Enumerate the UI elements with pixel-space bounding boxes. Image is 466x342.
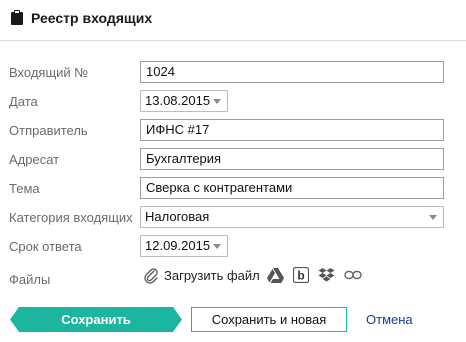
date-value: 13.08.2015 — [145, 93, 211, 108]
deadline-value: 12.09.2015 — [145, 238, 211, 253]
chevron-down-icon — [429, 215, 437, 220]
addressee-label: Адресат — [9, 152, 60, 167]
chevron-down-icon — [213, 244, 221, 249]
category-select[interactable]: Налоговая — [140, 206, 444, 228]
form-header: Реестр входящих — [0, 0, 466, 40]
upload-file-button[interactable]: Загрузить файл — [143, 266, 260, 286]
category-value: Налоговая — [145, 209, 210, 224]
save-button[interactable]: Сохранить — [10, 307, 182, 332]
date-picker[interactable]: 13.08.2015 — [140, 90, 228, 112]
upload-file-label: Загрузить файл — [164, 268, 260, 283]
google-drive-icon[interactable] — [267, 268, 284, 283]
incoming-no-input[interactable]: 1024 — [140, 61, 444, 83]
paperclip-icon — [144, 268, 158, 284]
date-label: Дата — [9, 94, 38, 109]
deadline-label: Срок ответа — [9, 239, 82, 254]
page-title: Реестр входящих — [31, 10, 153, 26]
sender-label: Отправитель — [9, 123, 88, 138]
box-icon[interactable]: b — [293, 267, 309, 283]
header-divider — [0, 40, 466, 41]
subject-input[interactable]: Сверка с контрагентами — [140, 177, 444, 199]
subject-label: Тема — [9, 181, 40, 196]
incoming-no-label: Входящий № — [9, 65, 89, 80]
files-label: Файлы — [9, 272, 51, 287]
chevron-down-icon — [213, 99, 221, 104]
save-button-label: Сохранить — [61, 312, 131, 327]
addressee-input[interactable]: Бухгалтерия — [140, 148, 444, 170]
link-icon[interactable] — [344, 270, 362, 280]
save-and-new-button[interactable]: Сохранить и новая — [191, 307, 347, 332]
dropbox-icon[interactable] — [318, 267, 335, 284]
category-label: Категория входящих — [9, 210, 133, 225]
sender-input[interactable]: ИФНС #17 — [140, 119, 444, 141]
cancel-link[interactable]: Отмена — [366, 312, 413, 328]
clipboard-icon — [11, 10, 23, 25]
deadline-picker[interactable]: 12.09.2015 — [140, 235, 228, 257]
svg-text:b: b — [297, 269, 304, 283]
